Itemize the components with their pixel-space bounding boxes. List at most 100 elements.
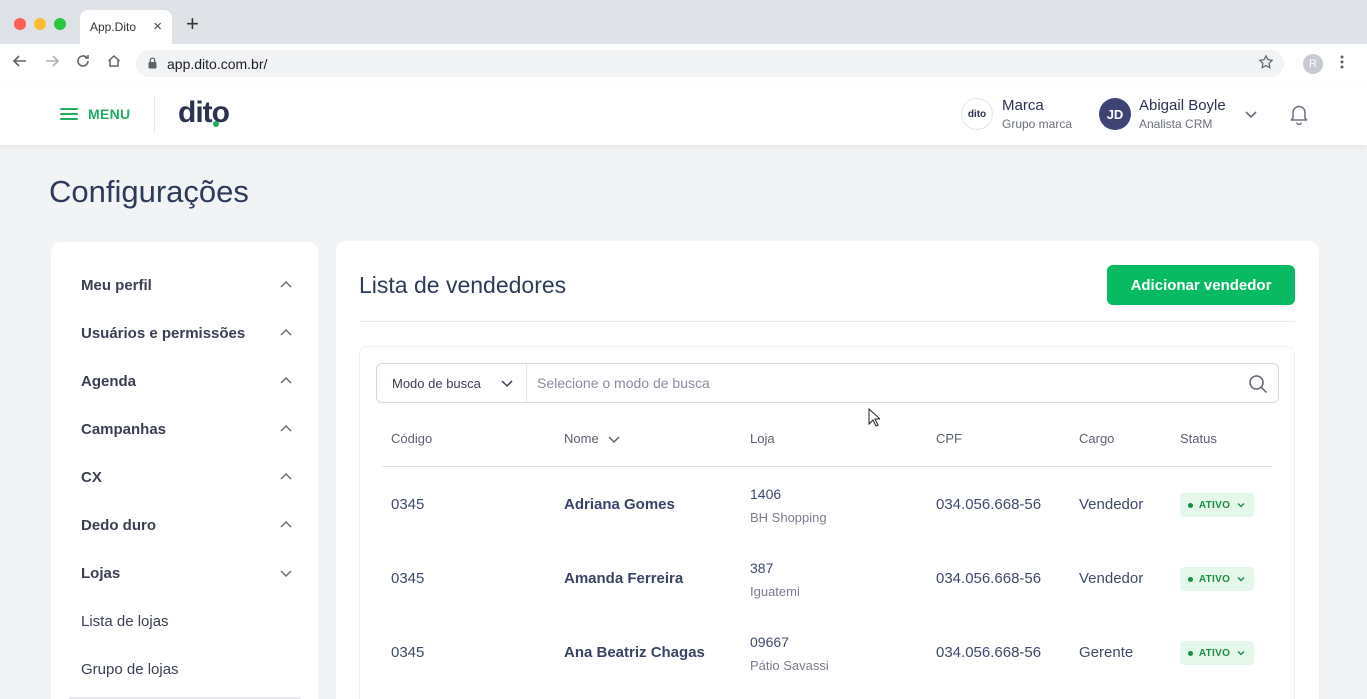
search-icon[interactable] bbox=[1248, 374, 1268, 399]
sidebar-item-dedo-duro[interactable]: Dedo duro bbox=[81, 513, 293, 537]
status-badge[interactable]: ATIVO bbox=[1180, 567, 1254, 591]
new-tab-button[interactable]: + bbox=[186, 13, 199, 35]
home-icon[interactable] bbox=[106, 53, 122, 73]
seller-name[interactable]: Amanda Ferreira bbox=[564, 570, 683, 587]
url-text: app.dito.com.br/ bbox=[167, 56, 268, 72]
sidebar-item-label: Dedo duro bbox=[81, 516, 156, 534]
browser-profile-avatar[interactable]: R bbox=[1303, 54, 1323, 74]
column-header-code: Código bbox=[391, 431, 432, 446]
status-text: ATIVO bbox=[1198, 499, 1231, 511]
reload-icon[interactable] bbox=[75, 53, 91, 73]
status-dot-icon bbox=[1188, 650, 1193, 656]
browser-chrome: App.Dito × + app.dito.com.br/ R bbox=[0, 0, 1367, 83]
forward-icon[interactable] bbox=[44, 53, 60, 73]
sidebar-item-label: Campanhas bbox=[81, 420, 167, 438]
seller-role: Vendedor bbox=[1079, 570, 1144, 587]
address-bar[interactable]: app.dito.com.br/ bbox=[136, 50, 1284, 77]
status-badge[interactable]: ATIVO bbox=[1180, 493, 1254, 517]
bookmark-star-icon[interactable] bbox=[1258, 54, 1274, 75]
sidebar-item-cx[interactable]: CX bbox=[81, 465, 293, 489]
store-name: Iguatemi bbox=[750, 584, 800, 599]
app-header: MENU dito dito Marca Grupo marca JD Abig… bbox=[0, 83, 1367, 145]
chevron-up-icon bbox=[280, 424, 292, 432]
bell-icon[interactable] bbox=[1289, 103, 1309, 130]
chevron-down-icon bbox=[280, 570, 292, 578]
search-bar: Modo de busca bbox=[376, 363, 1279, 403]
sidebar-item-grupo-de-lojas[interactable]: Grupo de lojas bbox=[81, 657, 293, 681]
mouse-cursor-icon bbox=[868, 408, 880, 427]
column-label: Cargo bbox=[1079, 431, 1115, 446]
tab-strip: App.Dito × + bbox=[0, 0, 1367, 44]
brand-name[interactable]: Marca bbox=[1002, 97, 1044, 114]
chevron-down-icon bbox=[1237, 577, 1245, 582]
search-input[interactable] bbox=[537, 371, 1227, 395]
column-header-cpf: CPF bbox=[936, 431, 962, 446]
back-icon[interactable] bbox=[12, 53, 28, 73]
user-avatar[interactable]: JD bbox=[1099, 98, 1131, 130]
table-row[interactable]: 0345 Adriana Gomes 1406 BH Shopping 034.… bbox=[360, 468, 1296, 542]
hamburger-icon bbox=[60, 105, 78, 123]
menu-button[interactable]: MENU bbox=[60, 105, 130, 123]
column-header-status: Status bbox=[1180, 431, 1217, 446]
store-name: BH Shopping bbox=[750, 510, 827, 525]
seller-role: Vendedor bbox=[1079, 496, 1144, 513]
sidebar-item-meu-perfil[interactable]: Meu perfil bbox=[81, 273, 293, 297]
column-label: CPF bbox=[936, 431, 962, 446]
status-text: ATIVO bbox=[1198, 647, 1231, 659]
search-mode-select[interactable]: Modo de busca bbox=[377, 364, 527, 402]
status-dot-icon bbox=[1188, 576, 1193, 582]
seller-role: Gerente bbox=[1079, 644, 1134, 661]
chevron-down-icon[interactable] bbox=[1244, 107, 1258, 126]
sellers-table-card: Modo de busca Código Nome Loja CPF Cargo… bbox=[359, 346, 1295, 699]
store-number: 1406 bbox=[750, 486, 782, 502]
dito-logo[interactable]: dito bbox=[178, 96, 230, 130]
store-number: 387 bbox=[750, 560, 774, 576]
status-dot-icon bbox=[1188, 502, 1193, 508]
table-row[interactable]: 0345 Ana Beatriz Chagas 09667 Pátio Sava… bbox=[360, 616, 1296, 690]
browser-tab[interactable]: App.Dito × bbox=[80, 10, 172, 44]
column-label: Nome bbox=[564, 431, 599, 446]
chevron-up-icon bbox=[280, 520, 292, 528]
seller-name[interactable]: Ana Beatriz Chagas bbox=[564, 644, 705, 661]
browser-menu-icon[interactable] bbox=[1340, 54, 1344, 75]
sidebar-item-usuarios[interactable]: Usuários e permissões bbox=[81, 321, 293, 345]
column-label: Loja bbox=[750, 431, 775, 446]
lock-icon bbox=[148, 57, 157, 69]
sort-chevron-down-icon[interactable] bbox=[607, 432, 621, 446]
column-header-name[interactable]: Nome bbox=[564, 431, 621, 446]
seller-code: 0345 bbox=[391, 496, 425, 513]
sidebar-item-lojas[interactable]: Lojas bbox=[81, 561, 293, 585]
sidebar-item-label: Lojas bbox=[81, 564, 121, 582]
logo-dot bbox=[213, 121, 219, 127]
settings-sidebar: Meu perfil Usuários e permissões Agenda … bbox=[51, 242, 318, 699]
tab-close-icon[interactable]: × bbox=[153, 18, 162, 35]
user-name[interactable]: Abigail Boyle bbox=[1139, 97, 1226, 114]
column-label: Status bbox=[1180, 431, 1217, 446]
menu-label: MENU bbox=[88, 106, 131, 122]
sidebar-item-campanhas[interactable]: Campanhas bbox=[81, 417, 293, 441]
close-window-button[interactable] bbox=[14, 18, 26, 30]
status-badge[interactable]: ATIVO bbox=[1180, 641, 1254, 665]
column-label: Código bbox=[391, 431, 433, 446]
column-header-role: Cargo bbox=[1079, 431, 1114, 446]
minimize-window-button[interactable] bbox=[34, 18, 46, 30]
chevron-up-icon bbox=[280, 280, 292, 288]
window-controls bbox=[14, 18, 66, 30]
sellers-panel: Lista de vendedores Adicionar vendedor M… bbox=[336, 241, 1319, 699]
brand-subtitle: Grupo marca bbox=[1002, 117, 1073, 131]
sidebar-item-label: Usuários e permissões bbox=[81, 324, 246, 342]
seller-code: 0345 bbox=[391, 570, 425, 587]
store-name: Pátio Savassi bbox=[750, 658, 829, 673]
sidebar-item-lista-de-lojas[interactable]: Lista de lojas bbox=[81, 609, 293, 633]
seller-name[interactable]: Adriana Gomes bbox=[564, 496, 675, 513]
store-number: 09667 bbox=[750, 634, 789, 650]
chevron-up-icon bbox=[280, 472, 292, 480]
table-header-divider bbox=[382, 466, 1272, 467]
table-row[interactable]: 0345 Amanda Ferreira 387 Iguatemi 034.05… bbox=[360, 542, 1296, 616]
header-divider bbox=[154, 95, 155, 133]
maximize-window-button[interactable] bbox=[54, 18, 66, 30]
brand-logo[interactable]: dito bbox=[961, 98, 993, 130]
sidebar-item-agenda[interactable]: Agenda bbox=[81, 369, 293, 393]
sidebar-item-label: Lista de lojas bbox=[81, 612, 169, 630]
add-seller-button[interactable]: Adicionar vendedor bbox=[1107, 265, 1295, 305]
